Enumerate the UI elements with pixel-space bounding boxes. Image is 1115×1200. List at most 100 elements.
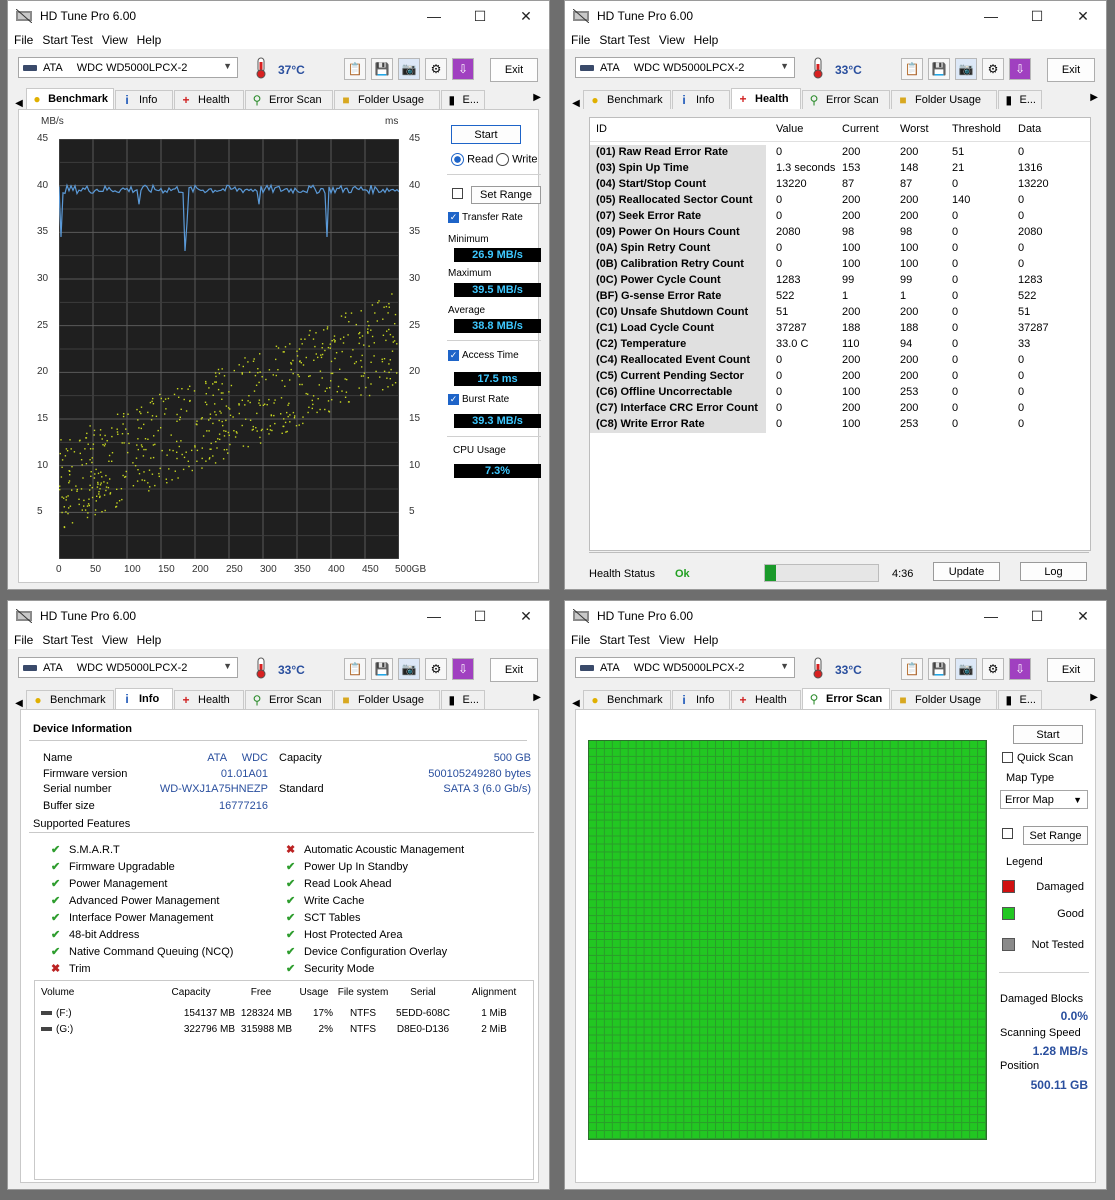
menu-file[interactable]: File [14,633,33,647]
tab-scroll-right-icon[interactable]: ▶ [1090,692,1098,703]
table-row[interactable]: (C2) Temperature 33.0 C 110 94 0 33 [590,337,1090,353]
column-header[interactable]: Volume [41,987,141,998]
column-header[interactable]: Data [1018,123,1041,141]
menu-help[interactable]: Help [694,33,719,47]
menu-view[interactable]: View [102,33,128,47]
tab-erase[interactable]: ▮ E... [441,90,485,109]
table-row[interactable]: (C0) Unsafe Shutdown Count 51 200 200 0 51 [590,305,1090,321]
tab-info[interactable]: i Info [672,90,730,109]
save-icon[interactable]: 💾 [371,658,393,680]
table-row[interactable]: (G:) 322796 MB 315988 MB 2% NTFS D8E0-D136 2 M… [35,1022,533,1038]
menu-start-test[interactable]: Start Test [599,633,649,647]
menu-file[interactable]: File [14,33,33,47]
copy-icon[interactable]: 📋 [344,58,366,80]
maximize-button[interactable]: ☐ [457,1,503,31]
tab-benchmark[interactable]: ● Benchmark [583,690,671,709]
table-row[interactable]: (04) Start/Stop Count 13220 87 87 0 13220 [590,177,1090,193]
menu-start-test[interactable]: Start Test [599,33,649,47]
transfer-rate-checkbox[interactable]: ✓ [448,212,459,223]
tab-benchmark[interactable]: ● Benchmark [26,690,114,709]
set-range-button[interactable]: Set Range [471,186,541,204]
save-icon[interactable]: 💾 [928,658,950,680]
tab-scroll-right-icon[interactable]: ▶ [533,692,541,703]
table-row[interactable]: (C5) Current Pending Sector 0 200 200 0 0 [590,369,1090,385]
close-button[interactable]: ✕ [1060,601,1106,631]
tab-folder-usage[interactable]: ■ Folder Usage [334,690,440,709]
maximize-button[interactable]: ☐ [457,601,503,631]
table-row[interactable]: (05) Reallocated Sector Count 0 200 200 140 0 [590,193,1090,209]
column-header[interactable]: Serial [391,987,455,998]
close-button[interactable]: ✕ [1060,1,1106,31]
tab-health[interactable]: + Health [731,690,801,709]
start-button[interactable]: Start [1013,725,1083,744]
exit-button[interactable]: Exit [1047,658,1095,682]
tab-info[interactable]: i Info [115,90,173,109]
column-header[interactable]: Current [842,123,879,141]
table-row[interactable]: (C7) Interface CRC Error Count 0 200 200 0 0 [590,401,1090,417]
tab-folder-usage[interactable]: ■ Folder Usage [891,690,997,709]
table-row[interactable]: (07) Seek Error Rate 0 200 200 0 0 [590,209,1090,225]
column-header[interactable]: Usage [295,987,333,998]
tab-scroll-left-icon[interactable]: ◀ [12,698,26,709]
options-icon[interactable]: ⚙ [425,658,447,680]
camera-icon[interactable]: 📷 [955,658,977,680]
table-row[interactable]: (C4) Reallocated Event Count 0 200 200 0 0 [590,353,1090,369]
menu-view[interactable]: View [102,633,128,647]
drive-select[interactable]: ATA WDC WD5000LPCX-2 ▼ [18,57,238,78]
save-icon[interactable]: 💾 [371,58,393,80]
copy-icon[interactable]: 📋 [901,658,923,680]
camera-icon[interactable]: 📷 [398,658,420,680]
download-icon[interactable]: ⇩ [452,58,474,80]
options-icon[interactable]: ⚙ [982,58,1004,80]
table-row[interactable]: (09) Power On Hours Count 2080 98 98 0 2080 [590,225,1090,241]
table-row[interactable]: (01) Raw Read Error Rate 0 200 200 51 0 [590,145,1090,161]
tab-erase[interactable]: ▮ E... [441,690,485,709]
tab-info[interactable]: i Info [672,690,730,709]
write-radio[interactable]: Write [496,153,538,166]
tab-error-scan[interactable]: ⚲ Error Scan [245,690,333,709]
tab-scroll-right-icon[interactable]: ▶ [1090,92,1098,103]
minimize-button[interactable]: — [411,1,457,31]
close-button[interactable]: ✕ [503,601,549,631]
exit-button[interactable]: Exit [490,58,538,82]
tab-folder-usage[interactable]: ■ Folder Usage [891,90,997,109]
tab-error-scan[interactable]: ⚲ Error Scan [245,90,333,109]
table-row[interactable]: (03) Spin Up Time 1.3 seconds 153 148 21 1316 [590,161,1090,177]
menu-view[interactable]: View [659,33,685,47]
download-icon[interactable]: ⇩ [452,658,474,680]
table-row[interactable]: (C8) Write Error Rate 0 100 253 0 0 [590,417,1090,433]
minimize-button[interactable]: — [968,601,1014,631]
map-type-select[interactable]: Error Map ▼ [1000,790,1088,809]
save-icon[interactable]: 💾 [928,58,950,80]
copy-icon[interactable]: 📋 [901,58,923,80]
tab-error-scan[interactable]: ⚲ Error Scan [802,688,890,709]
tab-health[interactable]: + Health [174,90,244,109]
column-header[interactable]: Free [230,987,292,998]
close-button[interactable]: ✕ [503,1,549,31]
quick-scan-checkbox[interactable] [1002,752,1013,763]
menu-file[interactable]: File [571,633,590,647]
column-header[interactable]: Capacity [147,987,235,998]
column-header[interactable]: Threshold [952,123,1001,141]
tab-erase[interactable]: ▮ E... [998,690,1042,709]
table-row[interactable]: (C1) Load Cycle Count 37287 188 188 0 37287 [590,321,1090,337]
drive-select[interactable]: ATA WDC WD5000LPCX-2 ▼ [18,657,238,678]
exit-button[interactable]: Exit [1047,58,1095,82]
column-header[interactable]: Value [776,123,803,141]
burst-rate-checkbox[interactable]: ✓ [448,394,459,405]
maximize-button[interactable]: ☐ [1014,601,1060,631]
tab-scroll-left-icon[interactable]: ◀ [569,698,583,709]
table-row[interactable]: (BF) G-sense Error Rate 522 1 1 0 522 [590,289,1090,305]
set-range-checkbox[interactable] [452,188,463,199]
drive-select[interactable]: ATA WDC WD5000LPCX-2 ▼ [575,57,795,78]
tab-scroll-left-icon[interactable]: ◀ [569,98,583,109]
drive-select[interactable]: ATA WDC WD5000LPCX-2 ▼ [575,657,795,678]
menu-file[interactable]: File [571,33,590,47]
update-button[interactable]: Update [933,562,1000,581]
access-time-checkbox[interactable]: ✓ [448,350,459,361]
table-row[interactable]: (0C) Power Cycle Count 1283 99 99 0 1283 [590,273,1090,289]
menu-help[interactable]: Help [694,633,719,647]
camera-icon[interactable]: 📷 [955,58,977,80]
tab-info[interactable]: i Info [115,688,173,709]
table-row[interactable]: (0B) Calibration Retry Count 0 100 100 0 0 [590,257,1090,273]
